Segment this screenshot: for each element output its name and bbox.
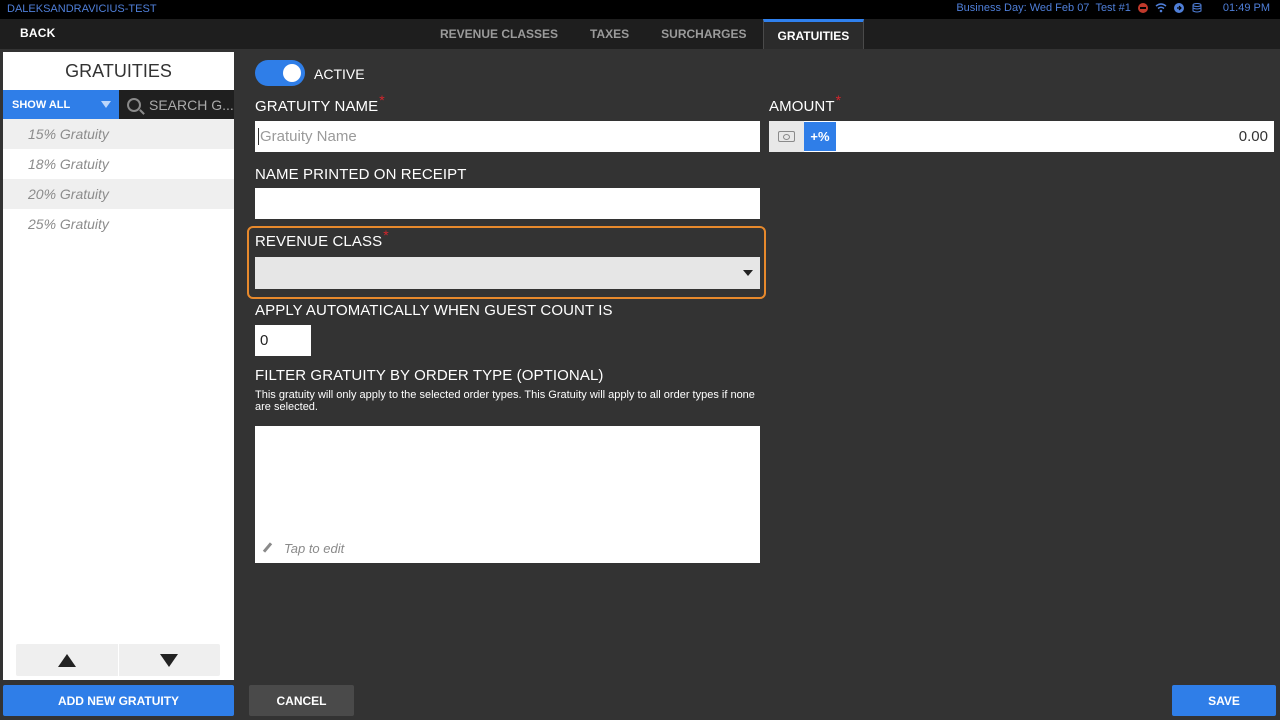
order-type-filter-area[interactable]: Tap to edit bbox=[255, 426, 760, 563]
list-item[interactable]: 25% Gratuity bbox=[3, 209, 234, 239]
arrow-down-icon bbox=[160, 653, 179, 667]
save-button[interactable]: SAVE bbox=[1172, 685, 1276, 716]
status-bar: DALEKSANDRAVICIUS-TEST Business Day: Wed… bbox=[0, 0, 1280, 19]
add-new-gratuity-button[interactable]: ADD NEW GRATUITY bbox=[3, 685, 234, 716]
scroll-down-button[interactable] bbox=[117, 644, 221, 676]
network-alert-icon bbox=[1137, 3, 1148, 13]
receipt-name-label: NAME PRINTED ON RECEIPT bbox=[255, 166, 467, 183]
tab-bar: REVENUE CLASSES TAXES SURCHARGES GRATUIT… bbox=[424, 19, 865, 49]
revenue-class-label: REVENUE CLASS* bbox=[255, 227, 389, 250]
revenue-class-select[interactable] bbox=[255, 257, 760, 289]
tab-taxes[interactable]: TAXES bbox=[574, 19, 645, 49]
amount-value[interactable]: 0.00 bbox=[836, 128, 1274, 145]
tab-revenue-classes[interactable]: REVENUE CLASSES bbox=[424, 19, 574, 49]
status-indicators: Business Day: Wed Feb 07 Test #1 01:49 P… bbox=[956, 2, 1270, 14]
fixed-amount-button[interactable] bbox=[769, 121, 804, 152]
terminal-id: Test #1 bbox=[1095, 2, 1131, 14]
receipt-name-input[interactable] bbox=[255, 188, 760, 219]
gratuity-name-label-text: GRATUITY NAME bbox=[255, 98, 379, 115]
business-day: Business Day: Wed Feb 07 bbox=[956, 2, 1090, 14]
clock: 01:49 PM bbox=[1222, 2, 1270, 14]
database-icon bbox=[1192, 3, 1202, 13]
list-item[interactable]: 15% Gratuity bbox=[3, 119, 234, 149]
guest-count-label: APPLY AUTOMATICALLY WHEN GUEST COUNT IS bbox=[255, 302, 613, 319]
tap-to-edit-label: Tap to edit bbox=[284, 541, 345, 556]
search-icon bbox=[127, 97, 141, 112]
scroll-arrows bbox=[16, 644, 220, 676]
sync-icon bbox=[1173, 3, 1184, 13]
chevron-down-icon bbox=[743, 270, 753, 276]
arrow-up-icon bbox=[57, 653, 76, 667]
wifi-icon bbox=[1155, 3, 1167, 13]
gratuity-list: 15% Gratuity 18% Gratuity 20% Gratuity 2… bbox=[3, 119, 234, 239]
text-cursor bbox=[258, 128, 259, 145]
active-label: ACTIVE bbox=[314, 66, 365, 82]
scroll-up-button[interactable] bbox=[16, 644, 118, 676]
amount-label-text: AMOUNT bbox=[769, 98, 835, 115]
percent-button[interactable]: +% bbox=[804, 122, 836, 151]
gratuity-name-label: GRATUITY NAME* bbox=[255, 92, 385, 115]
device-name: DALEKSANDRAVICIUS-TEST bbox=[7, 3, 157, 15]
amount-field[interactable]: +% 0.00 bbox=[769, 121, 1274, 152]
active-toggle[interactable] bbox=[255, 60, 305, 86]
tab-surcharges[interactable]: SURCHARGES bbox=[645, 19, 762, 49]
chevron-down-icon bbox=[101, 101, 111, 108]
tap-to-edit[interactable]: Tap to edit bbox=[263, 541, 344, 556]
filter-row: SHOW ALL SEARCH G... bbox=[3, 90, 234, 119]
search-input[interactable]: SEARCH G... bbox=[119, 90, 234, 119]
order-type-filter-label: FILTER GRATUITY BY ORDER TYPE (OPTIONAL) bbox=[255, 367, 604, 384]
required-marker: * bbox=[383, 227, 389, 243]
tab-gratuities[interactable]: GRATUITIES bbox=[762, 19, 865, 49]
pencil-icon bbox=[263, 543, 274, 554]
show-all-label: SHOW ALL bbox=[12, 98, 71, 111]
guest-count-input[interactable]: 0 bbox=[255, 325, 311, 356]
required-marker: * bbox=[379, 92, 385, 108]
cancel-button[interactable]: CANCEL bbox=[249, 685, 354, 716]
cash-icon bbox=[778, 131, 795, 142]
gratuity-sidebar: GRATUITIES SHOW ALL SEARCH G... 15% Grat… bbox=[3, 52, 234, 680]
toggle-knob bbox=[283, 64, 301, 82]
search-placeholder: SEARCH G... bbox=[149, 96, 234, 113]
show-all-dropdown[interactable]: SHOW ALL bbox=[3, 90, 119, 119]
required-marker: * bbox=[835, 92, 842, 108]
top-nav: BACK REVENUE CLASSES TAXES SURCHARGES GR… bbox=[0, 19, 1280, 49]
sidebar-title: GRATUITIES bbox=[65, 61, 172, 81]
back-button[interactable]: BACK bbox=[20, 26, 55, 40]
gratuity-name-input[interactable] bbox=[255, 121, 760, 152]
list-item[interactable]: 20% Gratuity bbox=[3, 179, 234, 209]
amount-label: AMOUNT* bbox=[769, 92, 841, 115]
revenue-class-label-text: REVENUE CLASS bbox=[255, 233, 383, 250]
list-item[interactable]: 18% Gratuity bbox=[3, 149, 234, 179]
order-type-help-text: This gratuity will only apply to the sel… bbox=[255, 389, 755, 413]
